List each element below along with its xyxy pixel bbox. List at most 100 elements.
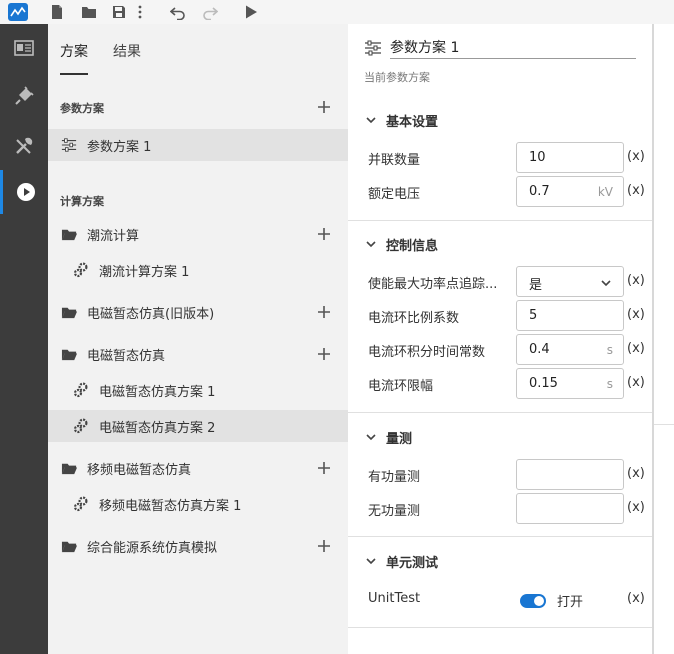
app-logo[interactable]	[8, 3, 28, 21]
group-title[interactable]: 单元测试	[386, 552, 438, 571]
current-loop-ti-input[interactable]: 0.4 s	[516, 334, 624, 365]
folder-open-icon	[60, 537, 78, 555]
add-param-scheme-icon[interactable]	[316, 99, 332, 115]
tree-group-emt-legacy[interactable]: 电磁暂态仿真(旧版本)	[48, 296, 348, 328]
expression-toggle[interactable]: (x)	[627, 149, 645, 164]
tree-item-param-scheme-1[interactable]: 参数方案 1	[48, 129, 348, 161]
tab-result[interactable]: 结果	[113, 41, 141, 61]
param-editor-panel: 参数方案 1 当前参数方案 基本设置 并联数量 10 (x) 额定电压 0.7 …	[348, 24, 652, 654]
chevron-down-icon[interactable]	[364, 430, 378, 444]
expression-toggle[interactable]: (x)	[627, 183, 645, 198]
field-label: 无功量测	[368, 504, 421, 519]
expression-toggle[interactable]: (x)	[627, 341, 645, 356]
plugin-icon[interactable]	[0, 74, 48, 118]
field-unit: kV	[597, 185, 613, 199]
tree-item-label: 移频电磁暂态仿真方案 1	[99, 498, 242, 514]
field-label: 电流环比例系数	[368, 311, 460, 326]
tree-item-emt-1[interactable]: 电磁暂态仿真方案 1	[48, 374, 348, 406]
more-icon[interactable]	[134, 2, 146, 22]
add-scheme-icon[interactable]	[316, 226, 332, 242]
new-file-icon[interactable]	[46, 2, 68, 22]
chevron-down-icon	[601, 280, 611, 287]
title-underline	[390, 58, 636, 59]
parallel-count-input[interactable]: 10	[516, 142, 624, 173]
panel-icon[interactable]	[0, 26, 48, 70]
current-loop-limit-input[interactable]: 0.15 s	[516, 368, 624, 399]
field-label: 电流环限幅	[368, 379, 434, 394]
field-label: 额定电压	[368, 187, 421, 202]
sliders-icon	[365, 40, 381, 56]
chevron-down-icon[interactable]	[364, 113, 378, 127]
switch-label: 打开	[557, 595, 584, 610]
add-scheme-icon[interactable]	[316, 346, 332, 362]
tree-group-fs-emt[interactable]: 移频电磁暂态仿真	[48, 452, 348, 484]
chevron-down-icon[interactable]	[364, 237, 378, 251]
tree-item-label: 电磁暂态仿真方案 2	[99, 420, 216, 436]
field-value: 0.4	[529, 342, 550, 357]
scheme-name-input[interactable]: 参数方案 1	[390, 37, 459, 57]
folder-open-icon	[60, 345, 78, 363]
tree-group-ies[interactable]: 综合能源系统仿真模拟	[48, 530, 348, 562]
add-scheme-icon[interactable]	[316, 304, 332, 320]
tab-scheme[interactable]: 方案	[60, 41, 88, 61]
tree-item-power-flow-1[interactable]: 潮流计算方案 1	[48, 254, 348, 286]
redo-icon[interactable]	[199, 2, 221, 22]
open-folder-icon[interactable]	[78, 2, 100, 22]
scheme-tree-panel: 方案 结果 参数方案 参数方案 1 计算方案 潮流计算 潮流计算方案 1 电磁暂…	[48, 24, 348, 654]
save-icon[interactable]	[108, 2, 130, 22]
field-value: 是	[529, 278, 543, 293]
field-label: 电流环积分时间常数	[368, 345, 486, 360]
active-tab-indicator	[60, 73, 88, 75]
run-icon[interactable]	[240, 2, 262, 22]
group-control-info: 控制信息 使能最大功率点追踪... 是 (x) 电流环比例系数 5 (x) 电流…	[348, 220, 652, 412]
field-value: 10	[529, 150, 546, 165]
gears-icon	[72, 381, 90, 399]
param-section-title: 参数方案	[60, 102, 104, 115]
tree-group-label: 潮流计算	[87, 228, 140, 244]
folder-open-icon	[60, 225, 78, 243]
field-value: 5	[529, 308, 538, 323]
group-title[interactable]: 量测	[386, 428, 412, 447]
play-icon[interactable]	[0, 170, 48, 214]
activity-rail	[0, 24, 48, 654]
undo-icon[interactable]	[167, 2, 189, 22]
tree-item-emt-2[interactable]: 电磁暂态仿真方案 2	[48, 410, 348, 442]
tree-group-label: 电磁暂态仿真(旧版本)	[87, 306, 215, 322]
tree-tabs: 方案 结果	[48, 24, 348, 76]
unit-test-switch[interactable]	[520, 594, 546, 608]
field-label: UnitTest	[368, 591, 421, 606]
gears-icon	[72, 261, 90, 279]
scheme-subtitle: 当前参数方案	[364, 71, 430, 84]
field-label: 有功量测	[368, 470, 421, 485]
expression-toggle[interactable]: (x)	[627, 466, 645, 481]
gears-icon	[72, 495, 90, 513]
active-power-measure-input[interactable]	[516, 459, 624, 490]
expression-toggle[interactable]: (x)	[627, 307, 645, 322]
gears-icon	[72, 417, 90, 435]
chevron-down-icon[interactable]	[364, 554, 378, 568]
mppt-enable-select[interactable]: 是	[516, 266, 624, 297]
expression-toggle[interactable]: (x)	[627, 375, 645, 390]
reactive-power-measure-input[interactable]	[516, 493, 624, 524]
field-unit: s	[606, 377, 613, 391]
field-unit: s	[606, 343, 613, 357]
tools-icon[interactable]	[0, 124, 48, 168]
group-title[interactable]: 控制信息	[386, 235, 438, 254]
field-value: 0.7	[529, 184, 550, 199]
current-loop-kp-input[interactable]: 5	[516, 300, 624, 331]
right-panel-edge	[654, 24, 674, 654]
add-scheme-icon[interactable]	[316, 460, 332, 476]
add-scheme-icon[interactable]	[316, 538, 332, 554]
rated-voltage-input[interactable]: 0.7 kV	[516, 176, 624, 207]
field-label: 使能最大功率点追踪...	[368, 277, 498, 292]
tree-group-power-flow[interactable]: 潮流计算	[48, 218, 348, 250]
tree-group-emt[interactable]: 电磁暂态仿真	[48, 338, 348, 370]
expression-toggle[interactable]: (x)	[627, 273, 645, 288]
expression-toggle[interactable]: (x)	[627, 500, 645, 515]
group-unit-test: 单元测试 UnitTest 打开 (x)	[348, 536, 652, 628]
tree-item-label: 潮流计算方案 1	[99, 264, 190, 280]
group-title[interactable]: 基本设置	[386, 111, 438, 130]
expression-toggle[interactable]: (x)	[627, 591, 645, 606]
tree-group-label: 移频电磁暂态仿真	[87, 462, 192, 478]
tree-item-fs-emt-1[interactable]: 移频电磁暂态仿真方案 1	[48, 488, 348, 520]
